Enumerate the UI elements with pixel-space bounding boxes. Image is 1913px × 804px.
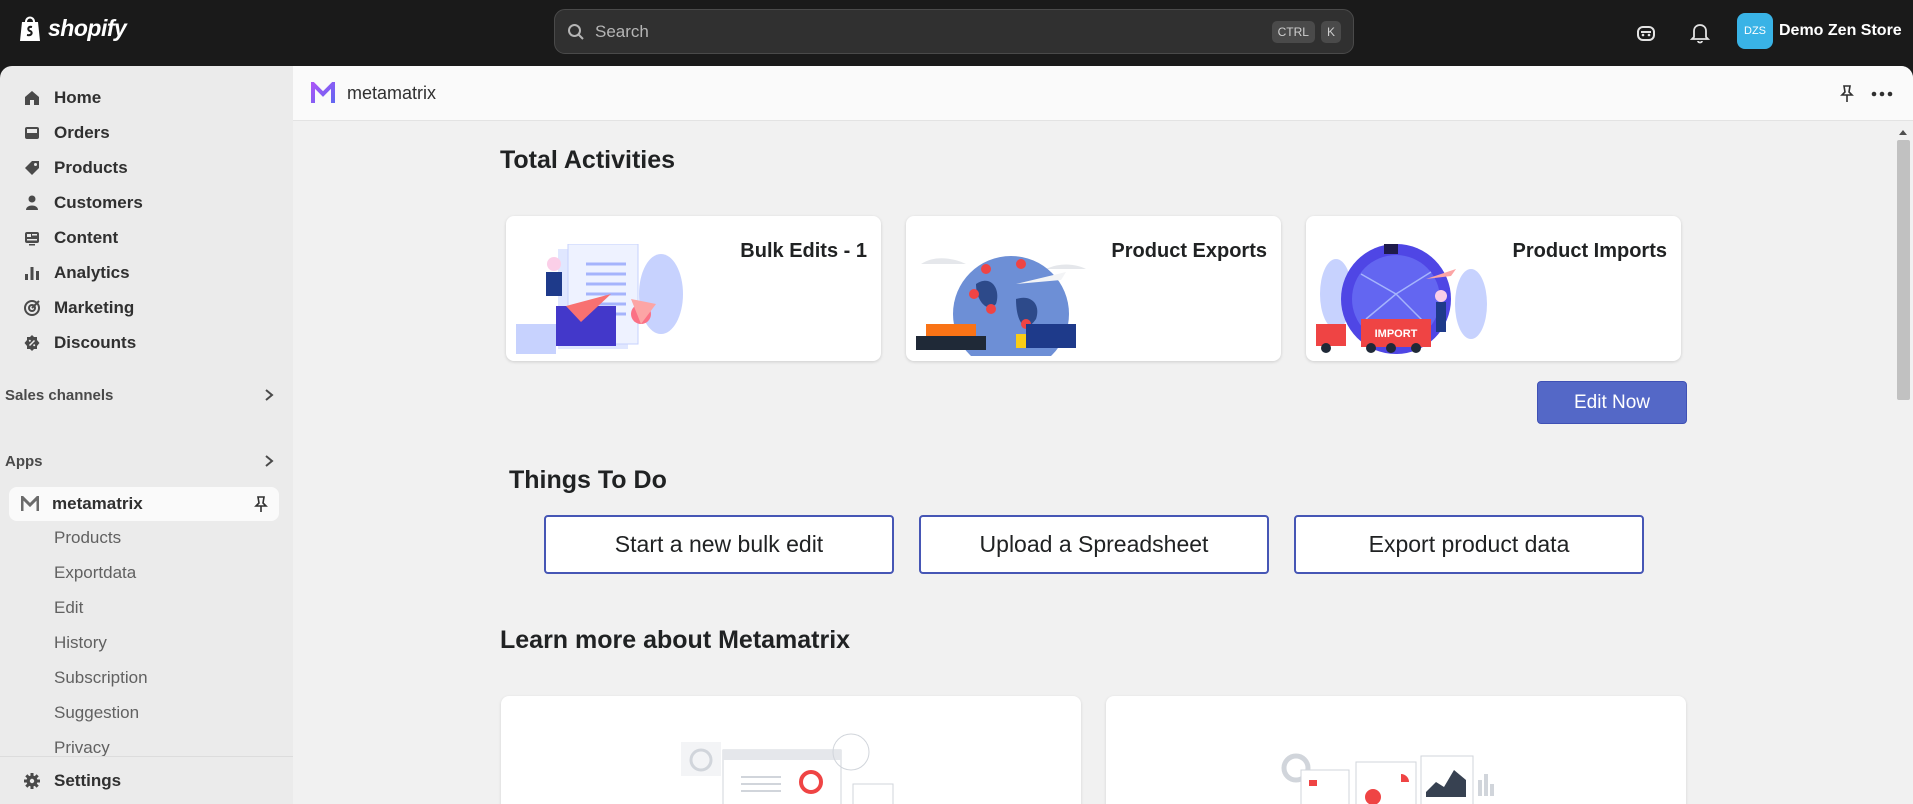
brand-name: shopify: [48, 14, 127, 41]
app-header: metamatrix: [293, 66, 1913, 121]
edit-now-button[interactable]: Edit Now: [1537, 381, 1687, 424]
content-icon: [22, 228, 42, 248]
target-icon: [22, 298, 42, 318]
sidebar-item-label: Content: [54, 228, 119, 247]
person-icon: [22, 193, 42, 213]
top-bar: shopify Search CTRL K DZS Demo Zen Store: [0, 0, 1913, 66]
activity-card-product-imports[interactable]: Product Imports IMPORT: [1306, 216, 1681, 361]
sidebar-item-home[interactable]: Home: [8, 81, 279, 115]
notifications-button[interactable]: [1685, 18, 1715, 48]
store-name: Demo Zen Store: [1779, 22, 1902, 39]
sidebar-item-label: Customers: [54, 193, 143, 212]
things-to-do-heading: Things To Do: [509, 466, 667, 494]
apps-section[interactable]: Apps: [5, 446, 275, 476]
sidebar-item-discounts[interactable]: Discounts: [8, 326, 279, 360]
scrollbar[interactable]: [1894, 126, 1911, 804]
sidebar-item-label: Settings: [54, 771, 122, 790]
learn-card[interactable]: [501, 696, 1081, 804]
tag-icon: [22, 158, 42, 178]
sidebar-item-settings[interactable]: Settings: [8, 764, 279, 798]
assistant-button[interactable]: [1631, 18, 1661, 48]
start-bulk-edit-button[interactable]: Start a new bulk edit: [544, 515, 894, 574]
chevron-right-icon: [265, 455, 274, 467]
analytics-illustration: [1281, 753, 1494, 804]
shopify-logo[interactable]: shopify: [18, 14, 127, 42]
chevron-right-icon: [265, 389, 274, 401]
section-label: Apps: [5, 452, 43, 470]
card-title: Bulk Edits - 1: [740, 240, 867, 262]
pin-icon[interactable]: [1839, 84, 1855, 104]
bell-icon: [1690, 24, 1710, 44]
card-title: Product Imports: [1512, 240, 1667, 262]
app-subitem-products[interactable]: Products: [54, 528, 121, 548]
scroll-thumb[interactable]: [1897, 140, 1910, 400]
sidebar-item-orders[interactable]: Orders: [8, 116, 279, 150]
sidebar-item-label: metamatrix: [52, 494, 143, 513]
dashboard-illustration: [681, 733, 894, 804]
export-illustration: [916, 256, 1086, 356]
pin-icon[interactable]: [253, 495, 269, 513]
sidebar-item-label: Discounts: [54, 333, 137, 352]
sidebar-item-analytics[interactable]: Analytics: [8, 256, 279, 290]
settings-bar: Settings: [0, 756, 293, 804]
more-options-icon[interactable]: [1871, 91, 1893, 97]
sidebar-item-customers[interactable]: Customers: [8, 186, 279, 220]
activity-card-bulk-edits[interactable]: Bulk Edits - 1: [506, 216, 881, 361]
shortcut-ctrl: CTRL: [1271, 20, 1315, 43]
home-icon: [22, 88, 42, 108]
discount-icon: [22, 333, 42, 353]
export-product-data-button[interactable]: Export product data: [1294, 515, 1644, 574]
activity-card-product-exports[interactable]: Product Exports: [906, 216, 1281, 361]
shortcut-k: K: [1320, 20, 1341, 43]
sales-channels-section[interactable]: Sales channels: [5, 380, 275, 410]
store-menu[interactable]: DZS Demo Zen Store: [1737, 13, 1902, 49]
inbox-icon: [22, 123, 42, 143]
sidebar-item-marketing[interactable]: Marketing: [8, 291, 279, 325]
learn-card[interactable]: [1106, 696, 1686, 804]
metamatrix-logo-icon: [311, 82, 335, 103]
sidebar-item-label: Analytics: [54, 263, 130, 282]
app-title: metamatrix: [347, 82, 437, 103]
sidebar-item-label: Marketing: [54, 298, 135, 317]
search-input[interactable]: Search: [595, 22, 1266, 42]
gear-icon: [22, 771, 42, 791]
sidebar-item-label: Orders: [54, 123, 110, 142]
shopping-bag-icon: [20, 16, 40, 41]
import-illustration: IMPORT: [1316, 244, 1487, 354]
bar-chart-icon: [22, 263, 42, 283]
card-title: Product Exports: [1111, 240, 1267, 262]
import-badge-text: IMPORT: [1375, 328, 1418, 340]
bulk-edit-illustration: [516, 244, 683, 354]
scroll-up-arrow-icon[interactable]: [1898, 128, 1908, 136]
total-activities-heading: Total Activities: [500, 146, 676, 174]
app-subitem-exportdata[interactable]: Exportdata: [54, 563, 136, 583]
avatar: DZS: [1737, 13, 1773, 49]
app-subitem-edit[interactable]: Edit: [54, 598, 83, 618]
app-subitem-privacy[interactable]: Privacy: [54, 738, 110, 758]
app-subitem-history[interactable]: History: [54, 633, 107, 653]
sidebar-item-content[interactable]: Content: [8, 221, 279, 255]
search-icon: [568, 23, 584, 40]
sidebar-item-label: Products: [54, 158, 128, 177]
section-label: Sales channels: [5, 386, 114, 404]
learn-more-heading: Learn more about Metamatrix: [500, 626, 851, 654]
sidebar: Home Orders Products Customers Content A…: [0, 66, 293, 804]
app-subitem-subscription[interactable]: Subscription: [54, 668, 148, 688]
upload-spreadsheet-button[interactable]: Upload a Spreadsheet: [919, 515, 1269, 574]
sidebar-item-label: Home: [54, 88, 102, 107]
metamatrix-logo-icon: [21, 496, 39, 511]
search-bar[interactable]: Search CTRL K: [554, 9, 1354, 54]
sidebar-app-metamatrix[interactable]: metamatrix: [9, 487, 279, 521]
app-subitem-suggestion[interactable]: Suggestion: [54, 703, 139, 723]
sidebar-item-products[interactable]: Products: [8, 151, 279, 185]
main-content: metamatrix Total Activities Bulk Edits -…: [293, 66, 1913, 804]
sidekick-icon: [1637, 26, 1655, 41]
